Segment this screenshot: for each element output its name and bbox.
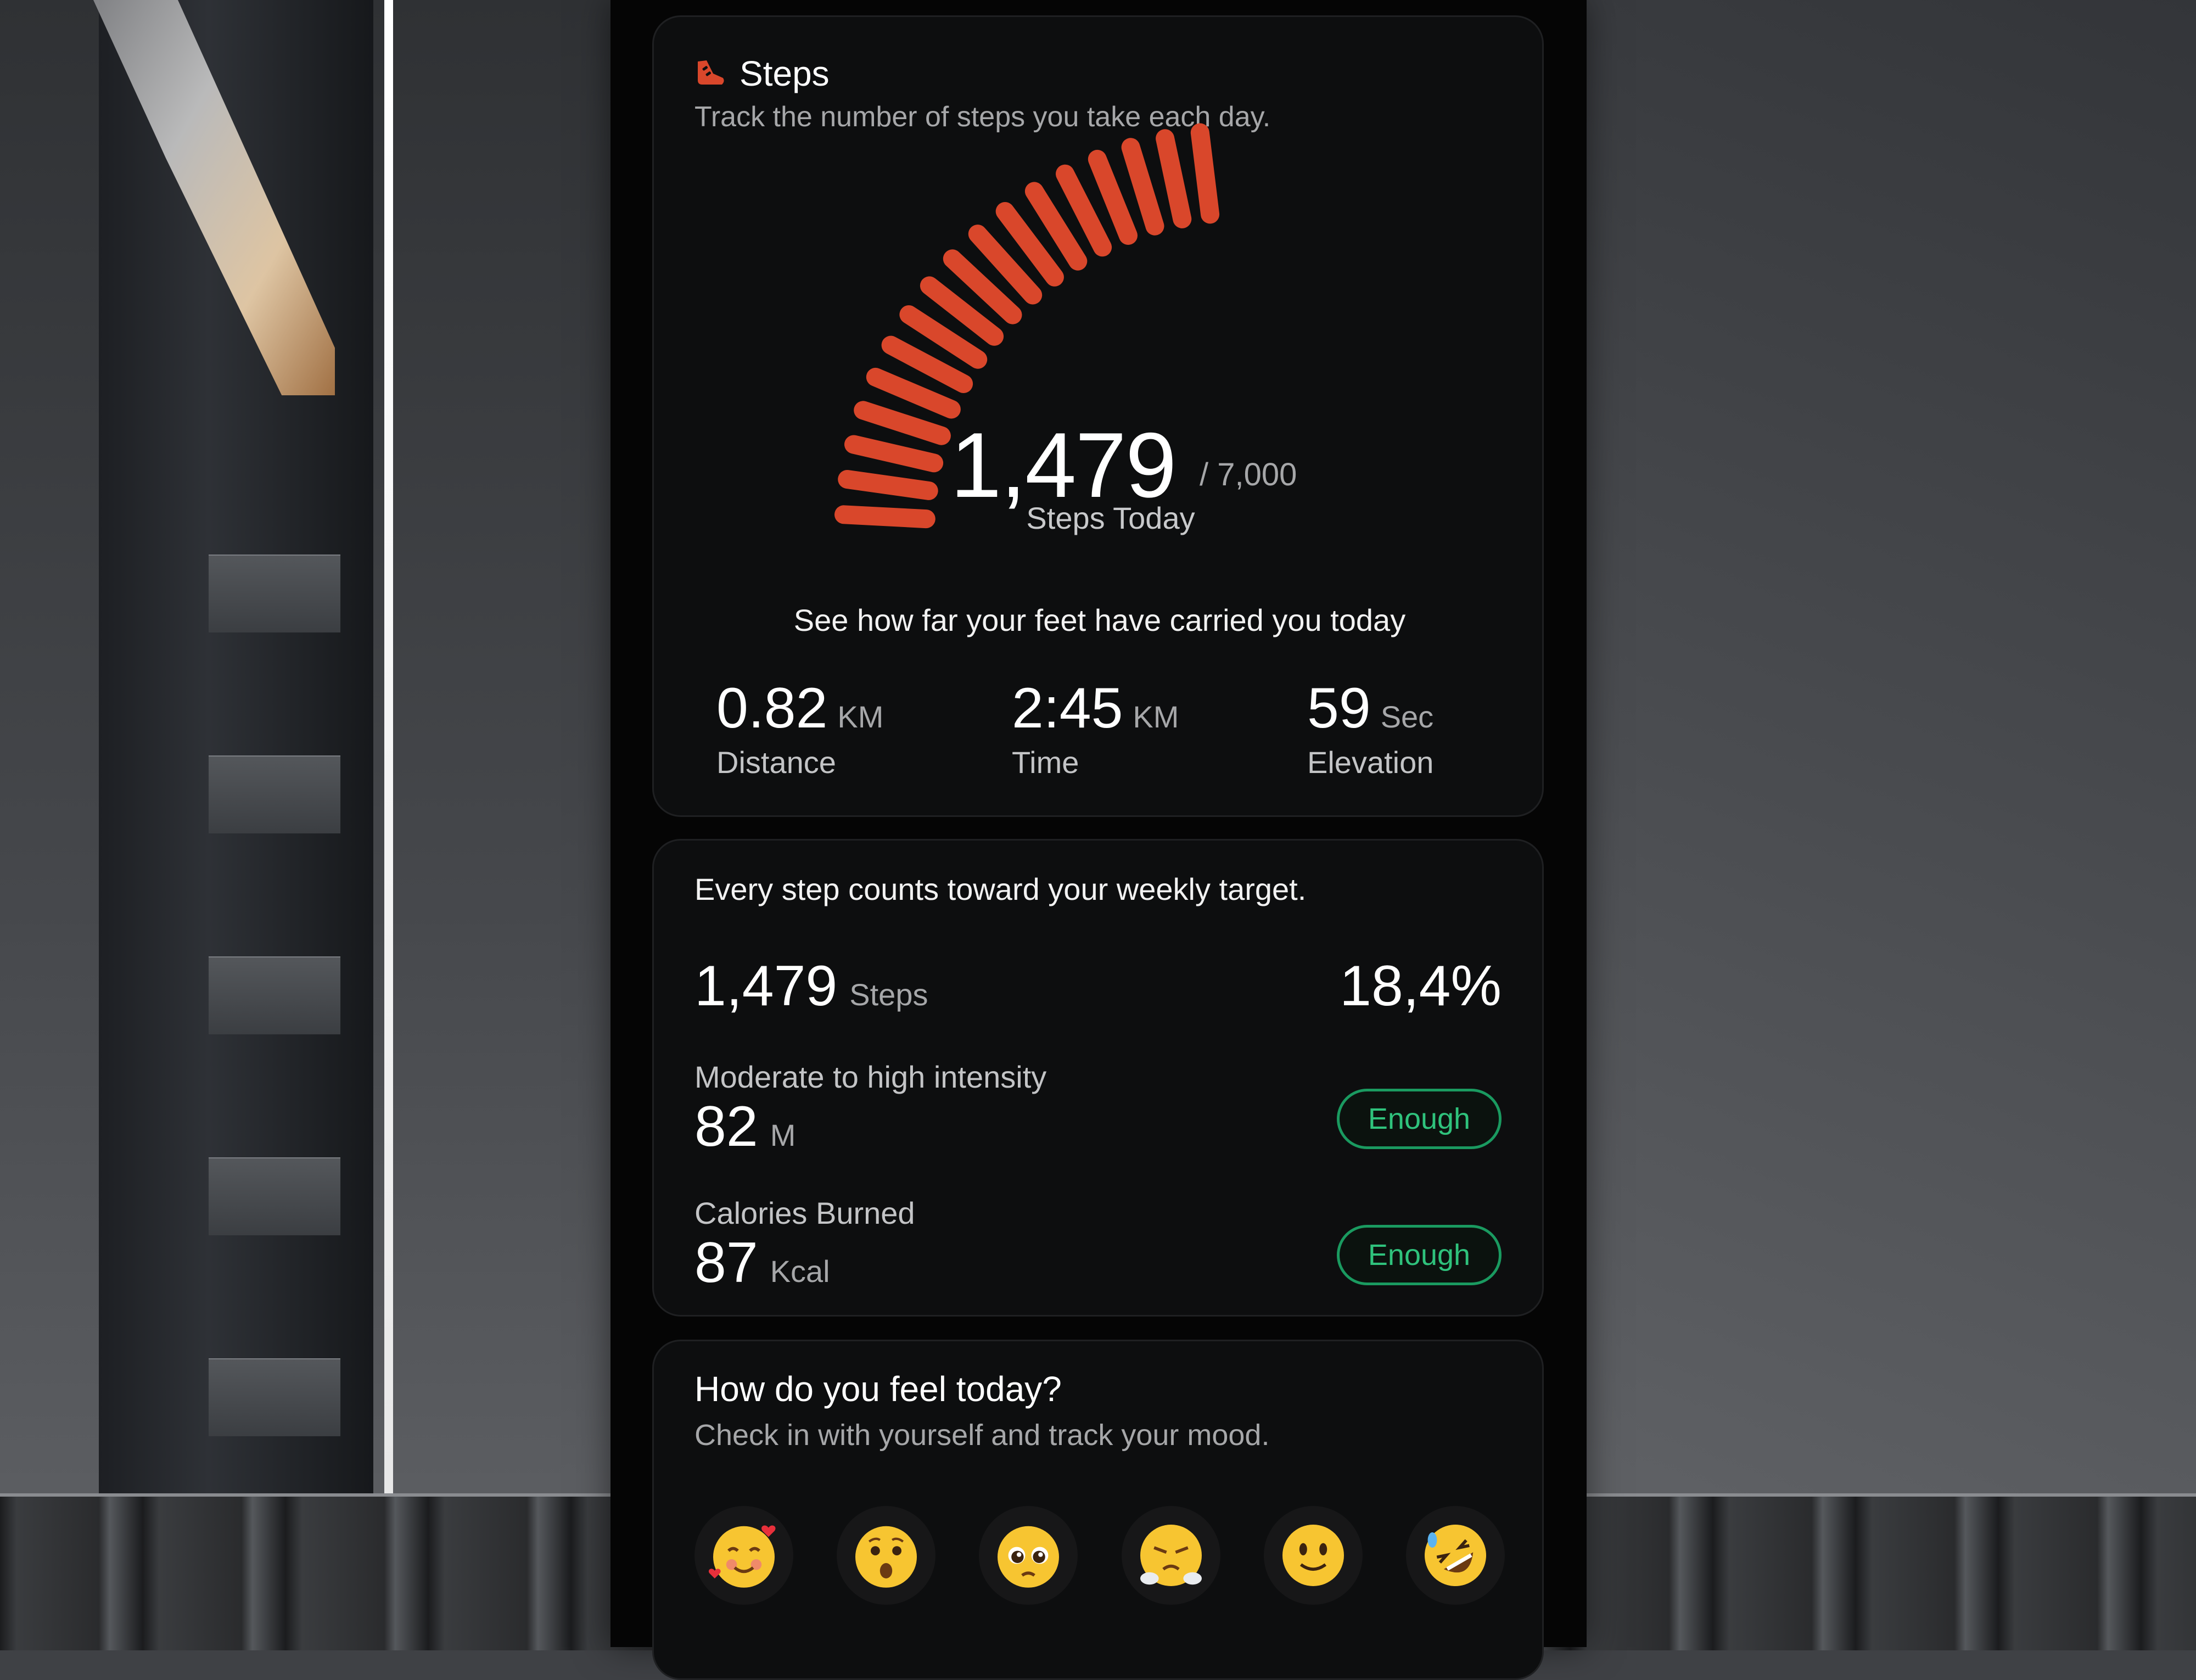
- feet-caption: See how far your feet have carried you t…: [793, 603, 1406, 637]
- intensity-label: Moderate to high intensity: [694, 1060, 1047, 1094]
- stat-label: Time: [1012, 745, 1079, 780]
- weekly-steps-unit: Steps: [849, 977, 928, 1012]
- calories-value: 87: [694, 1231, 758, 1295]
- mood-option-content[interactable]: [1263, 1506, 1363, 1605]
- steps-goal: / 7,000: [1200, 457, 1297, 492]
- stat-time: 2:45 KM Time: [1012, 676, 1179, 780]
- background-step: [209, 1157, 340, 1235]
- stat-unit: KM: [1133, 699, 1179, 734]
- mood-subtitle: Check in with yourself and track your mo…: [694, 1419, 1270, 1452]
- background-step: [209, 555, 340, 632]
- steps-today-label: Steps Today: [1026, 501, 1195, 535]
- astonished-face-icon: [855, 1526, 917, 1588]
- gauge-tick: [1190, 123, 1220, 224]
- background-step: [209, 956, 340, 1034]
- weekly-intro: Every step counts toward your weekly tar…: [694, 872, 1307, 906]
- weekly-target-card: Every step counts toward your weekly tar…: [652, 839, 1544, 1317]
- intensity-status-badge[interactable]: Enough: [1337, 1089, 1502, 1149]
- slightly-smiling-face-icon: [1282, 1525, 1344, 1586]
- pleading-face-icon: [998, 1526, 1060, 1588]
- mood-card: How do you feel today? Check in with you…: [652, 1340, 1544, 1680]
- stat-value: 0.82: [716, 676, 828, 740]
- mood-option-laughing[interactable]: [1405, 1506, 1505, 1605]
- calories-status-badge[interactable]: Enough: [1337, 1225, 1502, 1285]
- intensity-unit: M: [770, 1118, 796, 1152]
- mood-option-frustrated[interactable]: [1121, 1506, 1220, 1605]
- gauge-tick: [1121, 138, 1164, 236]
- mood-title: How do you feel today?: [694, 1369, 1062, 1409]
- mood-option-pleading[interactable]: [979, 1506, 1078, 1605]
- weekly-percent: 18,4%: [1340, 954, 1502, 1018]
- stat-distance: 0.82 KM Distance: [716, 676, 883, 780]
- weekly-steps-value: 1,479: [694, 954, 838, 1018]
- phone-screen: Steps Track the number of steps you take…: [610, 0, 1587, 1680]
- face-with-steam-icon: [1140, 1525, 1202, 1586]
- calories-label: Calories Burned: [694, 1196, 915, 1230]
- mood-option-loved[interactable]: [694, 1506, 793, 1605]
- steps-card: Steps Track the number of steps you take…: [652, 15, 1544, 817]
- background-step: [209, 755, 340, 833]
- stat-value: 2:45: [1012, 676, 1123, 740]
- gauge-tick: [866, 367, 961, 419]
- gauge-tick: [1156, 129, 1192, 228]
- gauge-tick: [854, 401, 951, 445]
- calories-metric: 87 Kcal: [694, 1230, 830, 1296]
- stat-unit: KM: [837, 699, 884, 734]
- mood-option-surprised[interactable]: [837, 1506, 936, 1605]
- gauge-tick: [844, 435, 944, 473]
- stat-label: Elevation: [1307, 745, 1434, 780]
- background-light-line: [384, 0, 393, 1493]
- weekly-steps: 1,479 Steps: [694, 954, 928, 1019]
- stat-elevation: 59 Sec Elevation: [1307, 676, 1433, 780]
- rolling-on-floor-laughing-icon: [1424, 1525, 1486, 1586]
- stat-label: Distance: [716, 745, 836, 780]
- intensity-value: 82: [694, 1095, 758, 1158]
- calories-unit: Kcal: [770, 1254, 830, 1289]
- background-right-scene: [1587, 0, 2196, 1647]
- gauge-tick: [838, 470, 938, 500]
- intensity-metric: 82 M: [694, 1094, 796, 1160]
- stat-value: 59: [1307, 676, 1371, 740]
- stat-unit: Sec: [1380, 699, 1434, 734]
- gauge-tick: [1088, 149, 1138, 245]
- background-step: [209, 1358, 340, 1436]
- smiling-face-with-hearts-icon: [708, 1525, 776, 1588]
- mood-options: [694, 1506, 1505, 1605]
